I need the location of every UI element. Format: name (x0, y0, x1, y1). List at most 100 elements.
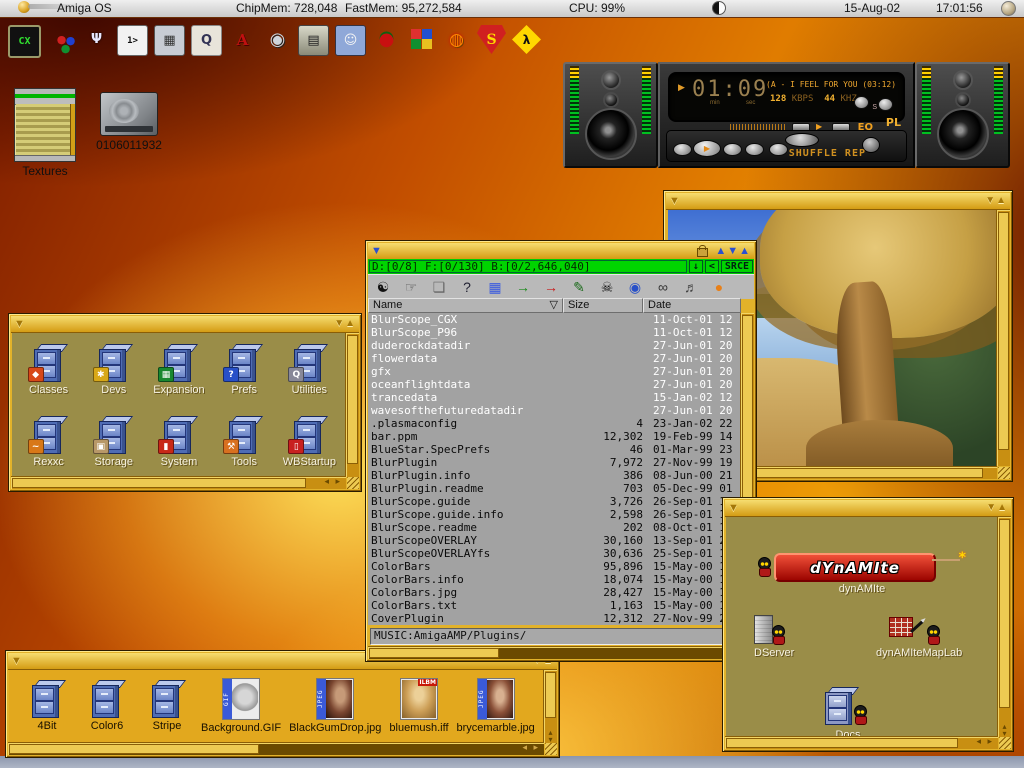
file-row[interactable]: oceanflightdata27-Jun-01 20 (368, 378, 741, 391)
column-size[interactable]: Size (563, 298, 643, 313)
resize-grip[interactable] (999, 737, 1011, 749)
file-row[interactable]: BlurScope_P9611-Oct-01 12 (368, 326, 741, 339)
file-row[interactable]: gfx27-Jun-01 20 (368, 365, 741, 378)
icon-background-gif[interactable]: GIFBackground.GIF (201, 678, 281, 734)
titlebar[interactable]: ▼ StaryBuk.Lazur.fix ▼▲ (666, 193, 1010, 210)
icon-system[interactable]: ▮System (148, 414, 210, 468)
vertical-scrollbar[interactable] (996, 210, 1010, 466)
icon-classes[interactable]: ◆Classes (18, 342, 80, 396)
file-row[interactable]: ColorBars.info18,07415-May-00 17 (368, 573, 741, 586)
icon-prefs[interactable]: ?Prefs (213, 342, 275, 396)
calculator-icon[interactable]: ▦ (154, 25, 185, 56)
icon-bluemush-iff[interactable]: ILBMbluemush.iff (389, 678, 448, 734)
titlebar[interactable]: ▼ dynAMIte ▼▲ (725, 500, 1011, 517)
close-gadget-icon[interactable]: ▼ (14, 316, 25, 332)
screen-depth-gadget[interactable] (1001, 1, 1016, 16)
menubar[interactable]: Amiga OS ChipMem: 728,048 FastMem: 95,27… (0, 0, 1024, 18)
parent-dir-hand-icon[interactable]: ☞ (398, 277, 424, 297)
archive-box-icon[interactable]: ▦ (482, 277, 508, 297)
icon-dynamitemaplab[interactable]: dynAMIteMapLab (876, 617, 962, 659)
close-gadget-icon[interactable]: ▼ (11, 653, 22, 669)
file-row[interactable]: flowerdata27-Jun-01 20 (368, 352, 741, 365)
resize-grip[interactable] (347, 477, 359, 489)
pause-button[interactable] (723, 143, 742, 156)
boing-balls-icon[interactable]: ● (47, 25, 76, 54)
volume-knob[interactable] (854, 96, 869, 109)
windows-icon[interactable] (407, 25, 436, 54)
glass-icon[interactable]: Ψ (82, 25, 111, 54)
close-gadget-icon[interactable]: ▼ (371, 243, 382, 259)
column-date[interactable]: Date (643, 298, 741, 313)
file-row[interactable]: BlurScope.readme20208-Oct-01 14 (368, 521, 741, 534)
file-row[interactable]: trancedata15-Jan-02 12 (368, 391, 741, 404)
file-row[interactable]: BlurScopeOVERLAYfs30,63625-Sep-01 15 (368, 547, 741, 560)
cd-player-icon[interactable]: ◉ (263, 25, 292, 54)
prev-button[interactable] (673, 143, 692, 156)
horizontal-scrollbar[interactable]: ◂ ▸ (8, 742, 544, 755)
vertical-scrollbar[interactable]: ▴▾ (543, 670, 557, 743)
balance-knob[interactable] (878, 98, 893, 111)
delete-skull-icon[interactable]: ☠ (594, 277, 620, 297)
apple-icon[interactable]: ● (372, 25, 401, 54)
file-row[interactable]: CoverPlugin12,31227-Nov-99 20 (368, 612, 741, 625)
window-graphics-textures[interactable]: ▼ GRAPHICS:..Textures, 9.3M free, 455.7M… (5, 650, 560, 758)
scanner-icon[interactable]: ▤ (298, 25, 329, 56)
iconify-depth-gadgets-icon[interactable]: ▲▼▲ (715, 243, 751, 259)
superman-icon[interactable]: S (477, 25, 506, 54)
titlebar[interactable]: ▼ OS35 49% full, 94.9MB free, 90.7MB in … (11, 316, 359, 333)
stop-button[interactable] (745, 143, 764, 156)
column-name[interactable]: Name▽ (368, 298, 563, 313)
play-button[interactable]: ▶ (693, 140, 721, 157)
depth-gadgets-icon[interactable]: ▼▲ (985, 193, 1007, 209)
amigaamp-player[interactable]: ▶ 01:09 min sec (A - I FEEL FOR YOU (03:… (563, 62, 1010, 168)
icon-dserver[interactable]: DServer (754, 615, 794, 659)
file-row[interactable]: ColorBars95,89615-May-00 17 (368, 560, 741, 573)
move-out-doc-icon[interactable]: → (510, 277, 536, 297)
file-row[interactable]: BlurPlugin.readme70305-Dec-99 01 (368, 482, 741, 495)
file-row[interactable]: ColorBars.jpg28,42715-May-00 17 (368, 586, 741, 599)
file-row[interactable]: BlurScope.guide3,72626-Sep-01 15 (368, 495, 741, 508)
shell-icon[interactable]: 1> (117, 25, 148, 56)
move-in-doc-icon[interactable]: → (538, 277, 564, 297)
icon-color6[interactable]: Color6 (81, 678, 133, 732)
desktop-icon-textures[interactable]: Textures (12, 88, 78, 178)
close-gadget-icon[interactable]: ▼ (728, 500, 739, 516)
announce-icon[interactable]: ♬ (678, 277, 704, 297)
next-button[interactable] (769, 143, 788, 156)
exchange-commodity-icon[interactable]: CX (8, 25, 41, 58)
icon-expansion[interactable]: ▦Expansion (148, 342, 210, 396)
file-row[interactable]: wavesofthefuturedatadir27-Jun-01 20 (368, 404, 741, 417)
icon-4bit[interactable]: 4Bit (21, 678, 73, 732)
icon-stripe[interactable]: Stripe (141, 678, 193, 732)
horizontal-scrollbar[interactable] (368, 646, 726, 659)
font-effect-icon[interactable]: A (228, 25, 257, 54)
hide-glasses-icon[interactable]: ∞ (650, 277, 676, 297)
file-row[interactable]: BlurPlugin.info38608-Jun-00 21 (368, 469, 741, 482)
shuffle-repeat-buttons[interactable]: SHUFFLE REP (789, 148, 866, 159)
copy-files-icon[interactable]: ❏ (426, 277, 452, 297)
show-eye-icon[interactable]: ◉ (622, 277, 648, 297)
horizontal-scrollbar[interactable]: ◂ ▸ (11, 476, 346, 489)
vertical-scrollbar[interactable]: ▴▾ (997, 517, 1011, 737)
icon-brycemarble-jpg[interactable]: JPEGbrycemarble.jpg (457, 678, 535, 734)
file-row[interactable]: .plasmaconfig423-Jan-02 22 (368, 417, 741, 430)
edit-doc-icon[interactable]: ✎ (566, 277, 592, 297)
icon-storage[interactable]: ▣Storage (83, 414, 145, 468)
close-gadget-icon[interactable]: ▼ (669, 193, 680, 209)
parent-button[interactable]: < (705, 260, 719, 273)
horizontal-scrollbar[interactable]: ◂ ▸ (725, 736, 998, 749)
source-button[interactable]: SRCE (721, 260, 753, 273)
file-row[interactable]: BlueStar.SpecPrefs4601-Mar-99 23 (368, 443, 741, 456)
web-burner-icon[interactable]: ◍ (442, 25, 471, 54)
icon-rexxc[interactable]: ~Rexxc (18, 414, 80, 468)
find-icon[interactable]: Q (191, 25, 222, 56)
file-row[interactable]: BlurScopeOVERLAY30,16013-Sep-01 20 (368, 534, 741, 547)
fruit-icon[interactable]: ● (706, 277, 732, 297)
path-field[interactable]: MUSIC:AmigaAMP/Plugins/ (370, 628, 738, 645)
icon-tools[interactable]: ⚒Tools (213, 414, 275, 468)
icon-devs[interactable]: ✱Devs (83, 342, 145, 396)
playlist-button[interactable]: PL (886, 116, 901, 129)
resize-grip[interactable] (545, 743, 557, 755)
vertical-scrollbar[interactable] (345, 333, 359, 477)
macos-icon[interactable]: ☺ (335, 25, 366, 56)
